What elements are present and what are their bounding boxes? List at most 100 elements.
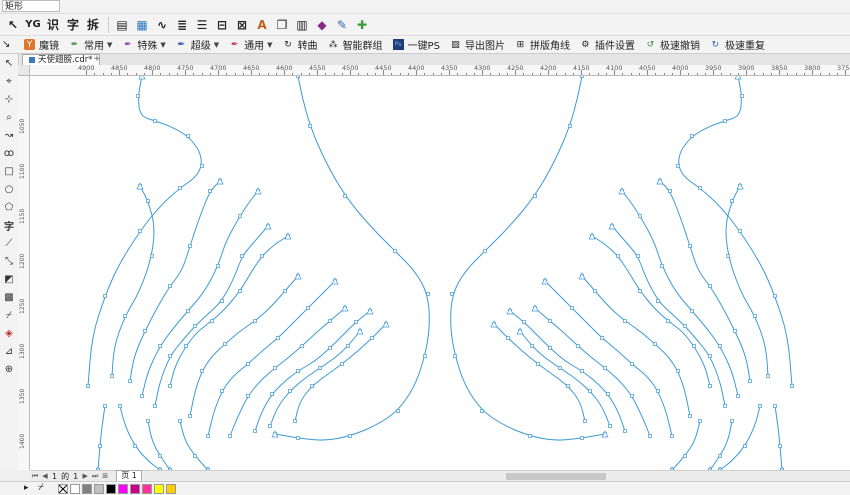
align-middle-icon[interactable]: ☰: [193, 16, 211, 34]
curve-node[interactable]: [210, 319, 214, 323]
chevron-down-icon[interactable]: ▼: [160, 41, 165, 49]
curve-node[interactable]: [723, 119, 727, 123]
first-page-icon[interactable]: ⏮: [30, 472, 40, 481]
font-text-button[interactable]: 字: [64, 16, 82, 34]
pick-tool-icon[interactable]: ↖: [0, 54, 18, 72]
curve-node[interactable]: [140, 394, 144, 398]
document-tab[interactable]: 天使翅膀.cdr*: [22, 54, 100, 65]
eyedropper-tool-icon[interactable]: ⌿: [0, 306, 18, 324]
curve-node[interactable]: [566, 384, 570, 388]
curve-node[interactable]: [638, 214, 642, 218]
left-wing-curve[interactable]: [147, 420, 171, 470]
curve-node[interactable]: [723, 404, 727, 408]
left-wing-curve[interactable]: [274, 76, 430, 441]
curve-node[interactable]: [660, 264, 664, 268]
add-tool-icon[interactable]: ⊕: [0, 360, 18, 378]
color-swatch[interactable]: [166, 484, 176, 494]
curve-node[interactable]: [773, 404, 777, 408]
curve-node[interactable]: [718, 344, 722, 348]
curve-node[interactable]: [123, 314, 127, 318]
curve-node[interactable]: [690, 134, 694, 138]
plugin-super[interactable]: ✒ 超级 ▼: [176, 37, 220, 53]
curve-node[interactable]: [426, 292, 430, 296]
curve-node[interactable]: [178, 186, 182, 190]
curve-node[interactable]: [136, 94, 140, 98]
curve-node[interactable]: [318, 366, 322, 370]
angel-wings-artwork[interactable]: [30, 76, 850, 470]
curve-node[interactable]: [296, 436, 300, 440]
curve-node[interactable]: [253, 429, 257, 433]
left-wing-curve[interactable]: [189, 275, 299, 417]
path-end-node[interactable]: [516, 327, 524, 335]
path-end-node[interactable]: [382, 320, 390, 328]
curve-node[interactable]: [580, 369, 584, 373]
curve-node[interactable]: [733, 329, 737, 333]
path-end-node[interactable]: [506, 307, 514, 315]
curve-node[interactable]: [676, 369, 680, 373]
curve-node[interactable]: [273, 366, 277, 370]
color-swatch[interactable]: [130, 484, 140, 494]
color-swatch[interactable]: [70, 484, 80, 494]
right-wing-curve[interactable]: [678, 76, 793, 387]
path-end-node[interactable]: [531, 304, 539, 312]
curve-node[interactable]: [748, 379, 752, 383]
curve-node[interactable]: [726, 254, 730, 258]
curve-node[interactable]: [708, 384, 712, 388]
curve-node[interactable]: [603, 366, 607, 370]
curve-node[interactable]: [698, 186, 702, 190]
curve-node[interactable]: [276, 336, 280, 340]
interactive-fill-icon[interactable]: ◈: [0, 324, 18, 342]
curve-node[interactable]: [758, 404, 762, 408]
barcode-icon[interactable]: ▥: [293, 16, 311, 34]
curve-node[interactable]: [370, 336, 374, 340]
curve-node[interactable]: [143, 329, 147, 333]
curve-node[interactable]: [310, 384, 314, 388]
path-end-node[interactable]: [341, 304, 349, 312]
curve-node[interactable]: [153, 119, 157, 123]
last-page-icon[interactable]: ⏭: [90, 472, 100, 481]
curve-node[interactable]: [528, 434, 532, 438]
prev-page-icon[interactable]: ◀: [40, 472, 50, 480]
path-end-node[interactable]: [656, 177, 664, 185]
color-swatch[interactable]: [94, 484, 104, 494]
plugin-smart-group[interactable]: ⁂ 智能群组: [328, 37, 383, 53]
curve-node[interactable]: [200, 369, 204, 373]
plugin-mirror[interactable]: Y 魔镜: [24, 37, 59, 52]
curve-node[interactable]: [193, 454, 197, 458]
table-icon[interactable]: ▤: [113, 16, 131, 34]
horizontal-scrollbar[interactable]: [506, 473, 606, 480]
path-end-node[interactable]: [578, 272, 586, 280]
distribute-icon[interactable]: ⊟: [213, 16, 231, 34]
curve-node[interactable]: [730, 199, 734, 203]
drawing-canvas[interactable]: [30, 76, 850, 470]
curve-node[interactable]: [110, 374, 114, 378]
curve-node[interactable]: [533, 194, 537, 198]
curve-node[interactable]: [168, 354, 172, 358]
right-wing-curve[interactable]: [621, 190, 739, 397]
curve-node[interactable]: [186, 134, 190, 138]
path-end-node[interactable]: [264, 222, 272, 230]
curve-node[interactable]: [670, 434, 674, 438]
curve-node[interactable]: [184, 344, 188, 348]
curve-node[interactable]: [268, 424, 272, 428]
chevron-down-icon[interactable]: ▼: [107, 41, 112, 49]
curve-node[interactable]: [158, 344, 162, 348]
curve-node[interactable]: [683, 324, 687, 328]
curve-node[interactable]: [306, 306, 310, 310]
freehand-tool-icon[interactable]: ↝: [0, 126, 18, 144]
right-wing-curve[interactable]: [450, 76, 606, 441]
curve-node[interactable]: [708, 354, 712, 358]
node-curve-icon[interactable]: ∿: [153, 16, 171, 34]
next-page-icon[interactable]: ▶: [80, 472, 90, 480]
curve-node[interactable]: [690, 309, 694, 313]
curve-node[interactable]: [346, 344, 350, 348]
curve-node[interactable]: [450, 292, 454, 296]
curve-node[interactable]: [522, 320, 526, 324]
chevron-down-icon[interactable]: ▼: [214, 41, 219, 49]
curve-node[interactable]: [300, 344, 304, 348]
horizontal-ruler[interactable]: 4900 4850 4800 4750 4700 4650 4600 4550 4500 4450…: [30, 65, 850, 76]
curve-node[interactable]: [340, 362, 344, 366]
curve-node[interactable]: [98, 444, 102, 448]
curve-node[interactable]: [570, 306, 574, 310]
curve-node[interactable]: [293, 419, 297, 423]
